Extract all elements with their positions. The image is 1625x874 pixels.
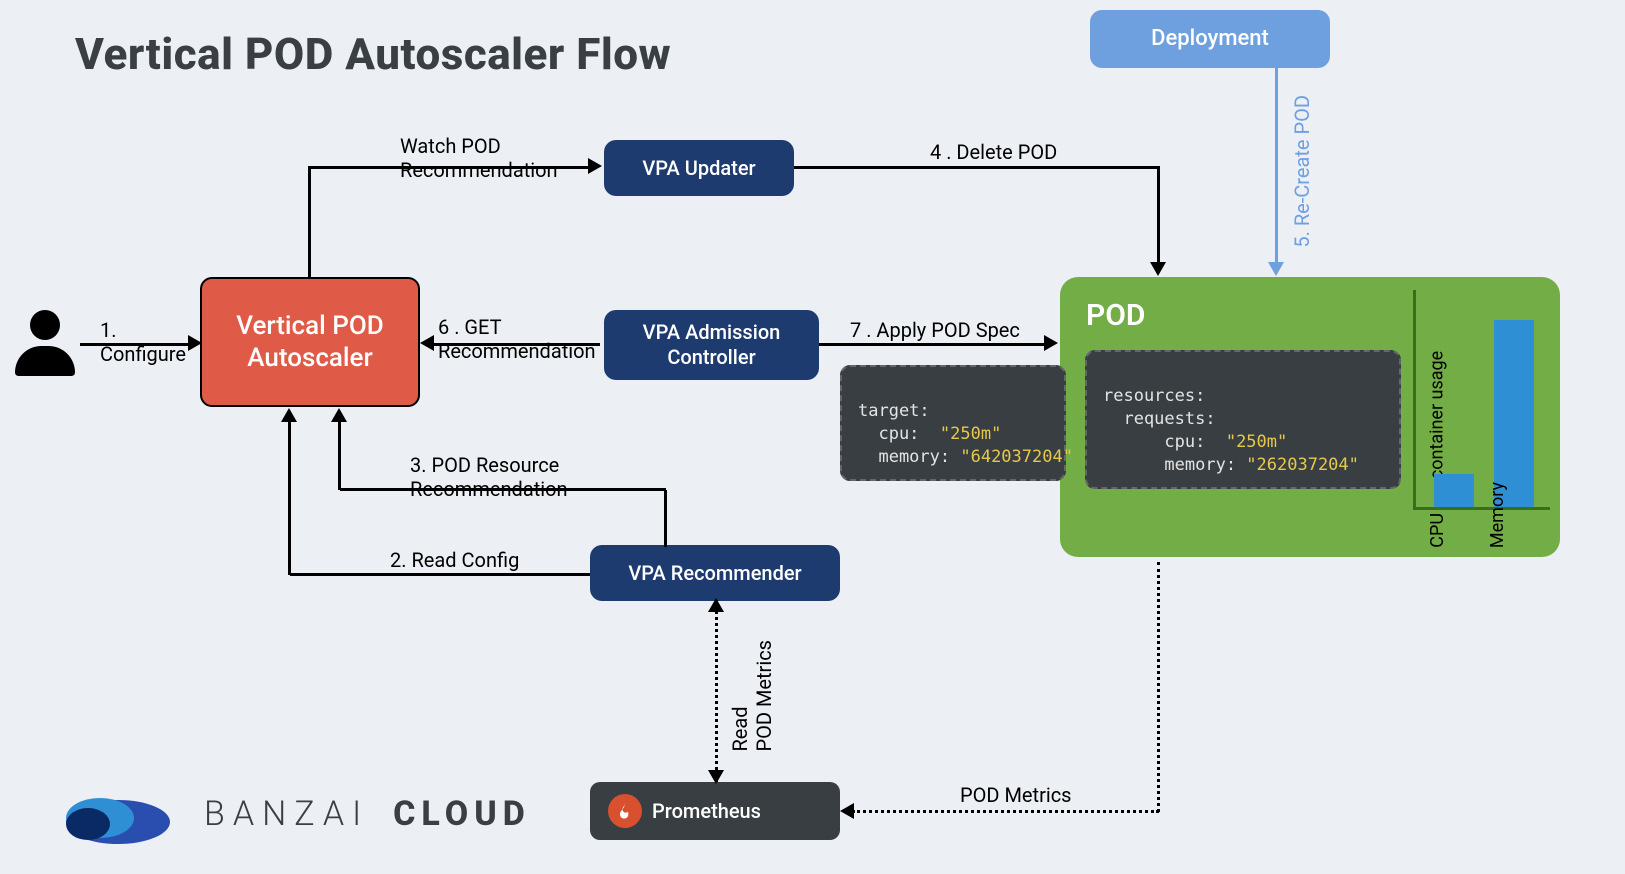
- node-prometheus-label: Prometheus: [652, 799, 761, 824]
- node-vpa: Vertical POD Autoscaler: [200, 277, 420, 407]
- container-usage-chart: container usage CPU Memory: [1395, 290, 1550, 540]
- chart-plot: [1413, 290, 1550, 510]
- edge-readcfg-v: [288, 420, 291, 575]
- edge-watch-v: [308, 168, 311, 277]
- node-vpa-recommender: VPA Recommender: [590, 545, 840, 601]
- arrowhead: [708, 598, 724, 612]
- arrowhead: [188, 335, 202, 351]
- edge-readcfg-h: [290, 573, 590, 576]
- brand-part2: CLOUD: [393, 794, 531, 834]
- label-readcfg: 2. Read Config: [390, 548, 519, 572]
- label-podmetrics: POD Metrics: [960, 783, 1072, 807]
- edge-delete-h: [794, 166, 1160, 169]
- label-podresrec: 3. POD Resource Recommendation: [410, 453, 568, 501]
- edge-apply: [819, 343, 1046, 346]
- flame-icon: [608, 794, 642, 828]
- xlabel-cpu: CPU: [1427, 513, 1448, 548]
- edge-recreate: [1275, 68, 1278, 264]
- label-configure: 1. Configure: [100, 318, 186, 366]
- arrowhead: [840, 803, 854, 819]
- node-prometheus: Prometheus: [590, 782, 840, 840]
- edge-readmetrics: [715, 600, 718, 782]
- bar-cpu: [1434, 474, 1474, 507]
- arrowhead: [1044, 335, 1058, 351]
- arrowhead: [420, 335, 434, 351]
- edge-rec-v: [664, 490, 667, 547]
- edge-rec-v2: [338, 420, 341, 490]
- node-vpa-admission: VPA Admission Controller: [604, 310, 819, 380]
- node-deployment: Deployment: [1090, 10, 1330, 68]
- arrowhead: [708, 770, 724, 784]
- target-spec: target: cpu: "250m" memory: "642037204": [840, 365, 1066, 481]
- edge-podmetrics-v: [1157, 562, 1160, 812]
- pod-resources-spec: resources: requests: cpu: "250m" memory:…: [1085, 350, 1401, 489]
- label-apply: 7 . Apply POD Spec: [850, 318, 1020, 342]
- edge-podmetrics-h: [852, 810, 1159, 813]
- node-vpa-updater: VPA Updater: [604, 140, 794, 196]
- label-getrec: 6 . GET Recommendation: [438, 315, 596, 363]
- diagram-title: Vertical POD Autoscaler Flow: [75, 28, 671, 80]
- arrowhead: [281, 408, 297, 422]
- diagram-canvas: Vertical POD Autoscaler Flow Deployment …: [0, 0, 1625, 874]
- arrowhead: [331, 408, 347, 422]
- pod-title: POD: [1086, 297, 1145, 335]
- label-recreate: 5. Re-Create POD: [1290, 95, 1314, 248]
- label-delete: 4 . Delete POD: [930, 140, 1057, 164]
- arrowhead: [588, 158, 602, 174]
- user-icon: [10, 310, 80, 385]
- label-readmetrics: Read POD Metrics: [728, 640, 776, 752]
- bar-memory: [1494, 320, 1534, 507]
- banzai-logo-icon: [60, 784, 180, 844]
- label-watch: Watch POD Recommendation: [400, 134, 558, 182]
- brand-part1: BANZAI: [204, 794, 369, 834]
- arrowhead: [1268, 262, 1284, 276]
- arrowhead: [1150, 262, 1166, 276]
- brand-footer: BANZAI CLOUD: [60, 784, 531, 844]
- edge-delete-v: [1157, 166, 1160, 264]
- xlabel-memory: Memory: [1487, 482, 1508, 548]
